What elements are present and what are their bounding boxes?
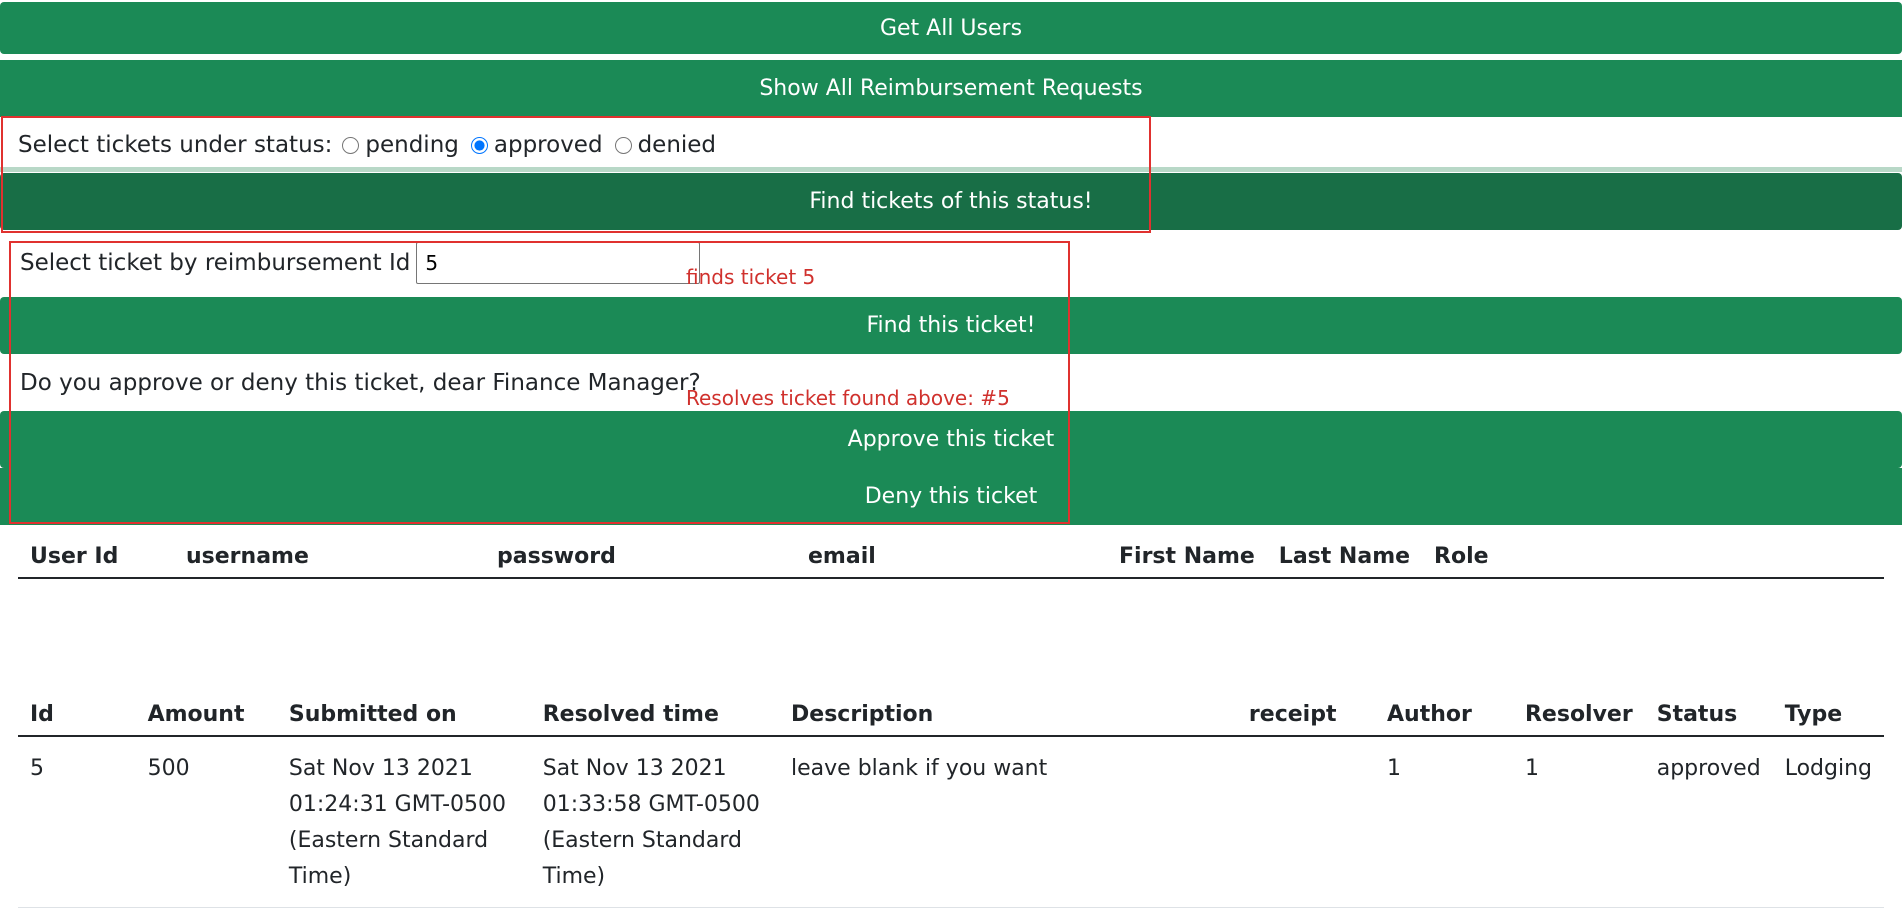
annotation-finds: finds ticket 5 [686,265,816,289]
column-header: Author [1375,694,1513,737]
find-by-status-button[interactable]: Find tickets of this status! [0,173,1902,230]
show-all-requests-button[interactable]: Show All Reimbursement Requests [0,60,1902,117]
users-table-header-row: User Id username password email First Na… [18,536,1884,579]
status-label-approved: approved [493,132,603,158]
page: Get All Users Show All Reimbursement Req… [0,0,1902,921]
cell-amount: 500 [135,736,277,908]
cell-status: approved [1644,736,1773,908]
column-header: username [174,536,485,579]
tickets-table: Id Amount Submitted on Resolved time Des… [18,694,1884,908]
table-row: 5 500 Sat Nov 13 2021 01:24:31 GMT-0500 … [18,736,1884,908]
column-header: Submitted on [276,694,531,737]
column-header: Role [1422,536,1884,579]
column-header: Resolver [1512,694,1645,737]
find-ticket-button[interactable]: Find this ticket! [0,297,1902,354]
column-header: Type [1772,694,1884,737]
status-filter-label: Select tickets under status: [18,132,333,158]
cell-resolved: Sat Nov 13 2021 01:33:58 GMT-0500 (Easte… [530,736,780,908]
cell-description: leave blank if you want [779,736,1237,908]
resolve-question: Do you approve or deny this ticket, dear… [20,370,701,396]
cell-type: Lodging [1772,736,1884,908]
users-table: User Id username password email First Na… [18,536,1884,579]
column-header: Last Name [1266,536,1423,579]
status-radio-denied[interactable] [614,136,632,154]
column-header: First Name [1107,536,1267,579]
cell-receipt [1236,736,1375,908]
column-header: Description [779,694,1237,737]
status-radio-pending[interactable] [342,136,360,154]
cell-resolver: 1 [1512,736,1645,908]
column-header: Id [18,694,136,737]
ticket-id-row: Select ticket by reimbursement Id [20,242,701,284]
ticket-id-input[interactable] [416,242,701,284]
column-header: password [485,536,796,579]
approve-button[interactable]: Approve this ticket [0,411,1902,468]
divider [0,167,1902,172]
deny-button[interactable]: Deny this ticket [0,468,1902,525]
column-header: receipt [1236,694,1375,737]
tickets-table-header-row: Id Amount Submitted on Resolved time Des… [18,694,1884,737]
cell-author: 1 [1375,736,1513,908]
status-label-denied: denied [637,132,717,158]
status-radio-approved[interactable] [470,136,488,154]
get-all-users-button[interactable]: Get All Users [0,2,1902,54]
column-header: Status [1644,694,1773,737]
cell-submitted: Sat Nov 13 2021 01:24:31 GMT-0500 (Easte… [276,736,531,908]
status-label-pending: pending [365,132,459,158]
column-header: Amount [135,694,277,737]
annotation-resolves: Resolves ticket found above: #5 [686,386,1010,410]
column-header: Resolved time [530,694,780,737]
column-header: User Id [18,536,174,579]
cell-id: 5 [18,736,136,908]
status-filter: Select tickets under status: pending app… [18,132,718,158]
column-header: email [796,536,1107,579]
ticket-id-label: Select ticket by reimbursement Id [20,250,411,276]
